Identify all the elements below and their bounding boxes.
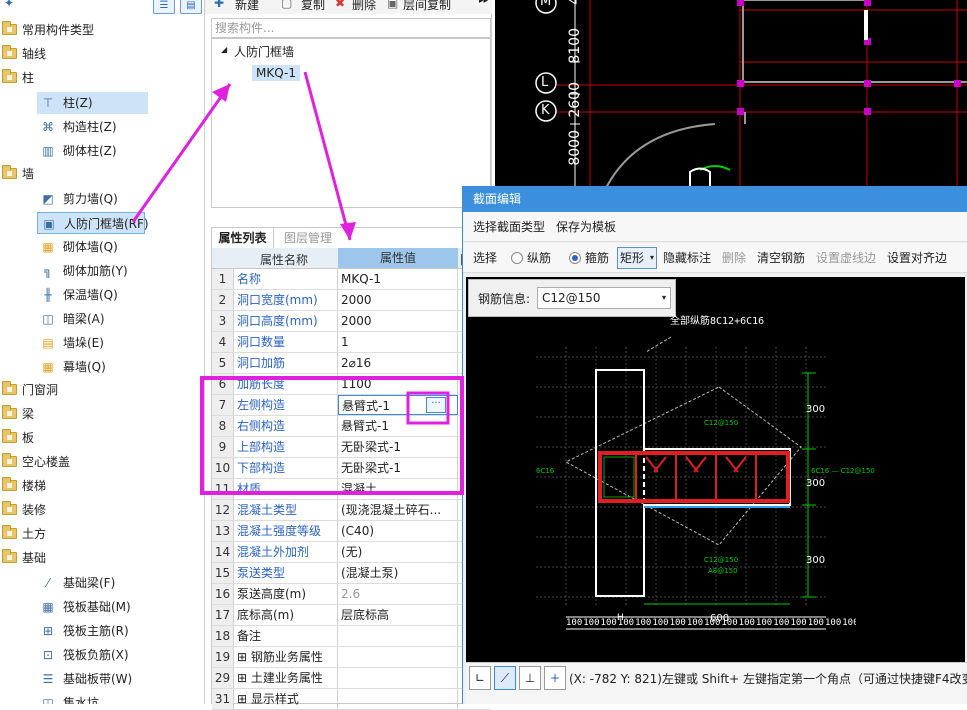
annotation-overlay [131, 71, 464, 495]
